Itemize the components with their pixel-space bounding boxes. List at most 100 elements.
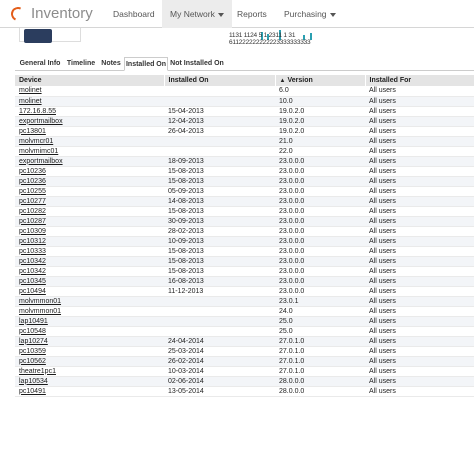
table-row: pc10312 10-09-2013 23.0.0.0 All users bbox=[15, 236, 474, 247]
nav-my-network-label: My Network bbox=[170, 9, 215, 19]
device-link[interactable]: pc10236 bbox=[19, 168, 46, 175]
cell-installed-for: All users bbox=[365, 336, 474, 347]
tab-notes[interactable]: Notes bbox=[99, 57, 123, 71]
logo-icon bbox=[9, 5, 27, 23]
table-header-row: Device Installed On ▲ Version Installed F… bbox=[15, 75, 474, 86]
table-row: molinet 10.0 All users bbox=[15, 96, 474, 107]
cell-installed-on: 15-08-2013 bbox=[164, 256, 275, 267]
cell-version: 24.0 bbox=[275, 306, 365, 317]
device-link[interactable]: pc10236 bbox=[19, 178, 46, 185]
cell-device: pc10342 bbox=[15, 266, 164, 277]
cell-installed-on: 25-03-2014 bbox=[164, 346, 275, 357]
device-link[interactable]: pc10359 bbox=[19, 348, 46, 355]
device-link[interactable]: exportmailbox bbox=[19, 118, 63, 125]
cell-device: pc10312 bbox=[15, 236, 164, 247]
device-link[interactable]: pc10494 bbox=[19, 288, 46, 295]
cell-device: pc10309 bbox=[15, 226, 164, 237]
tab-installed-on[interactable]: Installed On bbox=[124, 57, 168, 71]
cell-installed-for: All users bbox=[365, 296, 474, 307]
cell-installed-for: All users bbox=[365, 326, 474, 337]
cell-version: 23.0.0.0 bbox=[275, 266, 365, 277]
cell-version: 23.0.0.0 bbox=[275, 276, 365, 287]
device-link[interactable]: pc10312 bbox=[19, 238, 46, 245]
device-link[interactable]: pc10255 bbox=[19, 188, 46, 195]
table-row: pc10287 30-09-2013 23.0.0.0 All users bbox=[15, 216, 474, 227]
cell-version: 27.0.1.0 bbox=[275, 366, 365, 377]
brand-title[interactable]: Inventory bbox=[31, 5, 93, 22]
cell-version: 27.0.1.0 bbox=[275, 336, 365, 347]
device-link[interactable]: pc10345 bbox=[19, 278, 46, 285]
device-image bbox=[24, 29, 52, 43]
cell-installed-for: All users bbox=[365, 106, 474, 117]
table-row: pc10282 15-08-2013 23.0.0.0 All users bbox=[15, 206, 474, 217]
device-link[interactable]: pc13801 bbox=[19, 128, 46, 135]
cell-device: 172.16.8.55 bbox=[15, 106, 164, 117]
device-link[interactable]: molinet bbox=[19, 87, 42, 94]
cell-installed-on bbox=[164, 316, 275, 327]
device-link[interactable]: molvmmon01 bbox=[19, 308, 61, 315]
device-link[interactable]: molvmmon01 bbox=[19, 298, 61, 305]
cell-installed-for: All users bbox=[365, 186, 474, 197]
device-link[interactable]: exportmailbox bbox=[19, 158, 63, 165]
device-link[interactable]: pc10491 bbox=[19, 388, 46, 395]
device-link[interactable]: pc10333 bbox=[19, 248, 46, 255]
cell-installed-for: All users bbox=[365, 366, 474, 377]
cell-device: pc10491 bbox=[15, 386, 164, 397]
cell-version: 23.0.0.0 bbox=[275, 196, 365, 207]
cell-version: 23.0.0.0 bbox=[275, 176, 365, 187]
table-row: exportmailbox 18-09-2013 23.0.0.0 All users bbox=[15, 156, 474, 167]
mini-chart-counts: 1131 1124 5 1 2311 1 31 bbox=[229, 32, 296, 39]
device-link[interactable]: pc10282 bbox=[19, 208, 46, 215]
cell-version: 23.0.0.0 bbox=[275, 156, 365, 167]
cell-device: lap10534 bbox=[15, 376, 164, 387]
device-link[interactable]: molvmimc01 bbox=[19, 148, 58, 155]
device-link[interactable]: pc10342 bbox=[19, 258, 46, 265]
top-navbar: Inventory Dashboard My Network Reports P… bbox=[0, 0, 474, 28]
device-link[interactable]: theatre1pc1 bbox=[19, 368, 56, 375]
nav-dashboard[interactable]: Dashboard bbox=[113, 9, 155, 19]
cell-installed-on: 26-02-2014 bbox=[164, 356, 275, 367]
cell-installed-on: 24-04-2014 bbox=[164, 336, 275, 347]
cell-version: 19.0.2.0 bbox=[275, 106, 365, 117]
table-row: pc10236 15-08-2013 23.0.0.0 All users bbox=[15, 166, 474, 177]
column-header-device[interactable]: Device bbox=[15, 75, 165, 86]
device-link[interactable]: pc10548 bbox=[19, 328, 46, 335]
cell-installed-for: All users bbox=[365, 306, 474, 317]
nav-my-network[interactable]: My Network bbox=[162, 0, 232, 28]
device-link[interactable]: 172.16.8.55 bbox=[19, 108, 56, 115]
device-link[interactable]: pc10562 bbox=[19, 358, 46, 365]
cell-device: molvmcr01 bbox=[15, 136, 164, 147]
device-link[interactable]: lap10491 bbox=[19, 318, 48, 325]
device-link[interactable]: pc10277 bbox=[19, 198, 46, 205]
cell-installed-on: 15-08-2013 bbox=[164, 166, 275, 177]
column-header-installed-for[interactable]: Installed For bbox=[365, 75, 474, 86]
table-row: molinet 6.0 All users bbox=[15, 86, 474, 97]
cell-installed-for: All users bbox=[365, 86, 474, 97]
table-row: pc10333 15-08-2013 23.0.0.0 All users bbox=[15, 246, 474, 257]
cell-installed-on bbox=[164, 326, 275, 337]
device-link[interactable]: pc10287 bbox=[19, 218, 46, 225]
cell-installed-on: 14-08-2013 bbox=[164, 196, 275, 207]
column-header-installed-on[interactable]: Installed On bbox=[164, 75, 276, 86]
cell-version: 23.0.0.0 bbox=[275, 166, 365, 177]
cell-installed-for: All users bbox=[365, 266, 474, 277]
tab-general-info[interactable]: General Info bbox=[18, 57, 62, 71]
cell-version: 6.0 bbox=[275, 86, 365, 97]
device-link[interactable]: pc10309 bbox=[19, 228, 46, 235]
device-link[interactable]: pc10342 bbox=[19, 268, 46, 275]
cell-installed-for: All users bbox=[365, 176, 474, 187]
nav-reports[interactable]: Reports bbox=[237, 9, 267, 19]
column-header-version[interactable]: ▲ Version bbox=[275, 75, 366, 86]
device-link[interactable]: molvmcr01 bbox=[19, 138, 53, 145]
device-link[interactable]: lap10534 bbox=[19, 378, 48, 385]
cell-version: 25.0 bbox=[275, 326, 365, 337]
cell-device: pc10236 bbox=[15, 176, 164, 187]
tab-not-installed-on[interactable]: Not Installed On bbox=[169, 57, 225, 71]
tab-timeline[interactable]: Timeline bbox=[63, 57, 99, 71]
cell-device: theatre1pc1 bbox=[15, 366, 164, 377]
device-link[interactable]: molinet bbox=[19, 98, 42, 105]
nav-purchasing[interactable]: Purchasing bbox=[284, 9, 336, 19]
sort-ascending-icon: ▲ bbox=[279, 78, 286, 84]
device-link[interactable]: lap10274 bbox=[19, 338, 48, 345]
cell-installed-for: All users bbox=[365, 316, 474, 327]
